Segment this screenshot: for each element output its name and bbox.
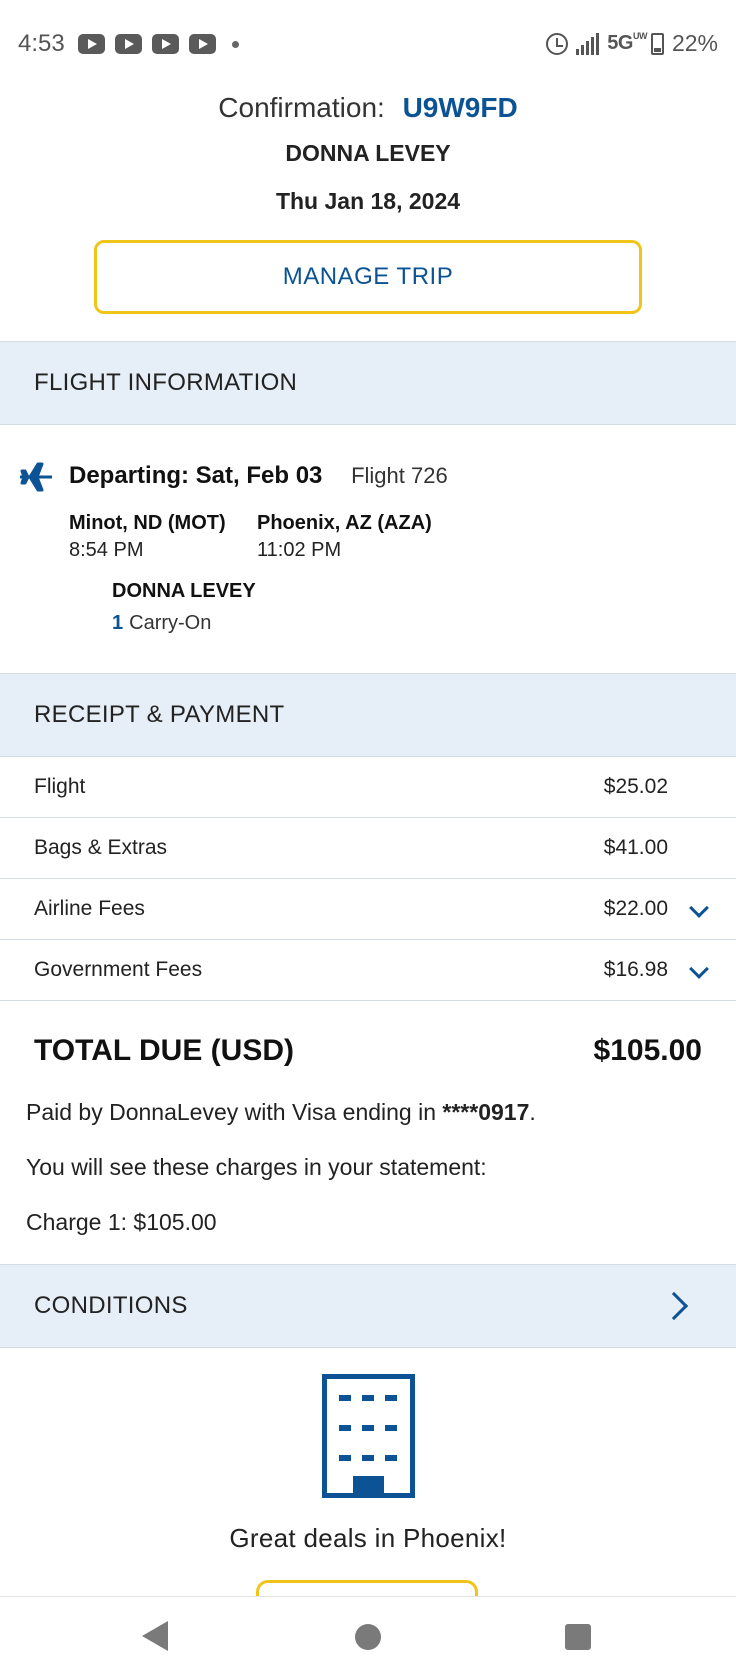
receipt-row-government-fees[interactable]: Government Fees $16.98 <box>0 940 736 1001</box>
origin-city: Minot, ND (MOT) <box>69 512 226 534</box>
receipt-row-amount: $16.98 <box>603 958 668 981</box>
network-type: 5GUW <box>607 31 647 55</box>
booking-date: Thu Jan 18, 2024 <box>275 188 461 214</box>
receipt-row-label: Flight <box>34 775 86 798</box>
confirmation-code: U9W9FD <box>402 92 518 123</box>
signal-icon <box>576 32 600 55</box>
more-notifications-dot-icon <box>232 40 239 48</box>
departure-date: Departing: Sat, Feb 03 <box>69 462 323 489</box>
youtube-notification-icon <box>189 34 216 54</box>
hotel-building-icon <box>322 1374 415 1498</box>
chevron-down-icon[interactable] <box>689 959 709 979</box>
total-due-amount: $105.00 <box>593 1034 702 1067</box>
flight-information-header: FLIGHT INFORMATION <box>0 341 736 425</box>
receipt-row-amount: $22.00 <box>603 897 668 920</box>
total-due-label: TOTAL DUE (USD) <box>34 1034 294 1067</box>
conditions-label: CONDITIONS <box>34 1292 188 1319</box>
origin-block: Minot, ND (MOT) 8:54 PM <box>69 512 226 562</box>
youtube-notification-icon <box>78 34 105 54</box>
airplane-icon <box>20 462 52 492</box>
battery-icon <box>650 32 664 55</box>
status-right: 5GUW 22% <box>546 30 718 57</box>
status-time: 4:53 <box>18 30 65 57</box>
destination-city: Phoenix, AZ (AZA) <box>257 512 432 534</box>
battery-level: 22% <box>671 30 718 56</box>
passenger-name: DONNA LEVEY <box>285 140 451 166</box>
flight-number: Flight 726 <box>351 463 448 488</box>
origin-time: 8:54 PM <box>69 539 144 561</box>
chevron-down-icon[interactable] <box>689 898 709 918</box>
payment-method-text: Paid by DonnaLevey with Visa ending in *… <box>26 1099 536 1125</box>
home-icon[interactable] <box>355 1624 381 1650</box>
departure-line: Departing: Sat, Feb 03 Flight 726 <box>69 462 448 490</box>
card-number: ****0917 <box>442 1099 530 1125</box>
bag-type: Carry-On <box>129 612 212 634</box>
receipt-row-amount: $25.02 <box>603 775 668 798</box>
flight-passenger-name: DONNA LEVEY <box>112 580 256 602</box>
receipt-row-label: Government Fees <box>34 958 203 981</box>
receipt-row-amount: $41.00 <box>603 836 668 859</box>
receipt-row-flight: Flight $25.02 <box>0 757 736 818</box>
bag-info: 1 Carry-On <box>112 612 211 635</box>
status-bar: 4:53 5GUW 22% <box>0 0 736 92</box>
back-icon[interactable] <box>142 1621 168 1651</box>
system-nav-bar <box>0 1596 736 1676</box>
conditions-row[interactable]: CONDITIONS <box>0 1264 736 1348</box>
receipt-row-label: Bags & Extras <box>34 836 168 859</box>
receipt-row-bags: Bags & Extras $41.00 <box>0 818 736 879</box>
statement-note: You will see these charges in your state… <box>26 1154 487 1180</box>
youtube-notification-icon <box>115 34 142 54</box>
youtube-notification-icon <box>152 34 179 54</box>
notification-icons <box>78 34 239 54</box>
chevron-right-icon <box>659 1291 689 1321</box>
receipt-row-airline-fees[interactable]: Airline Fees $22.00 <box>0 879 736 940</box>
confirmation-label: Confirmation: <box>218 92 385 123</box>
destination-time: 11:02 PM <box>257 539 342 561</box>
receipt-row-label: Airline Fees <box>34 897 145 920</box>
charge-line: Charge 1: $105.00 <box>26 1209 217 1235</box>
destination-block: Phoenix, AZ (AZA) 11:02 PM <box>257 512 432 562</box>
recents-icon[interactable] <box>565 1624 591 1650</box>
confirmation-line: Confirmation: U9W9FD <box>0 92 736 124</box>
bag-count: 1 <box>112 612 124 634</box>
alarm-icon <box>546 32 569 55</box>
manage-trip-button[interactable]: MANAGE TRIP <box>94 240 642 314</box>
receipt-payment-header: RECEIPT & PAYMENT <box>0 673 736 757</box>
promo-text: Great deals in Phoenix! <box>229 1523 507 1553</box>
